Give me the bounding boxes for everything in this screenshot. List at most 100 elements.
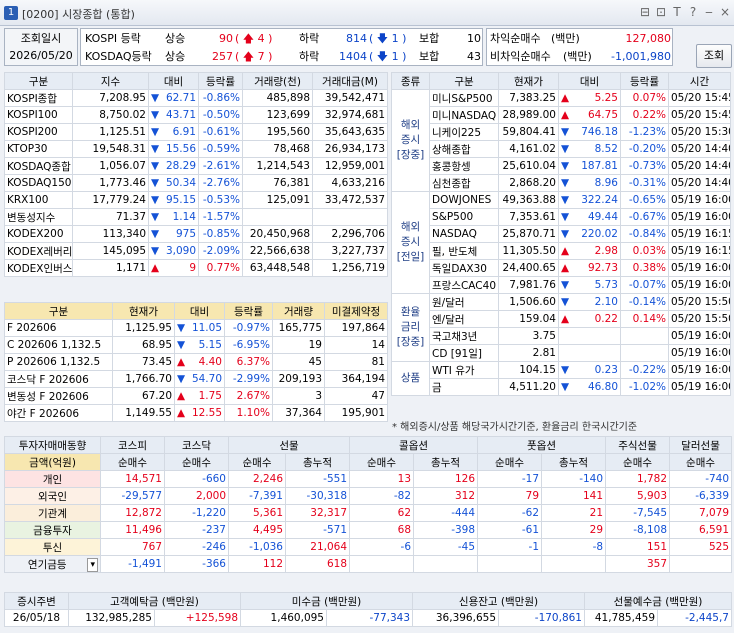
- change-rate: 0.77%: [198, 259, 243, 277]
- table-row[interactable]: 미니NASDAQ 28,989.00 ▲ 64.75 0.22% 05/20 15:45: [392, 106, 731, 124]
- table-row[interactable]: 금융투자 11,496 -237 4,495 -571 68 -398 -61 29 -8,108…: [4, 521, 733, 539]
- dropdown-arrow-icon[interactable]: ▾: [87, 557, 98, 572]
- table-row[interactable]: KRX100 17,779.24 ▼ 95.15 -0.53% 125,091 33,472…: [4, 191, 388, 209]
- table-row[interactable]: 프랑스CAC40 7,981.76 ▼ 5.73 -0.07% 05/19 16:00: [392, 276, 731, 294]
- table-row[interactable]: KOSPI100 8,750.02 ▼ 43.71 -0.50% 123,699 32,97…: [4, 106, 388, 124]
- table-row[interactable]: KOSPI200 1,125.51 ▼ 6.91 -0.61% 195,560 35,643…: [4, 123, 388, 141]
- table-row[interactable]: 상품 WTI 유가 104.15 ▼ 0.23 -0.22% 05/19 16:00: [391, 361, 731, 396]
- table-row[interactable]: 필, 반도체 11,305.50 ▲ 2.98 0.03% 05/19 16:15: [392, 242, 731, 260]
- table-row[interactable]: 환율 금리 [장중] 원/달러 1,506.60 ▼ 2.10 -0.14% 05/20 1…: [391, 293, 731, 362]
- col-header: 콜옵션: [349, 436, 479, 454]
- change-value: 11.05: [191, 322, 222, 334]
- net-buy-value: -82: [349, 487, 415, 505]
- change-value: 5.73: [594, 279, 618, 291]
- table-row[interactable]: 변동성지수 71.37 ▼ 1.14 -1.57%: [4, 208, 388, 226]
- col-header[interactable]: 거래량: [272, 302, 325, 320]
- col-header[interactable]: 미결제약정: [324, 302, 388, 320]
- table-row[interactable]: 심천종합 2,868.20 ▼ 8.96 -0.31% 05/20 14:40: [392, 174, 731, 192]
- col-header[interactable]: 구분: [4, 302, 113, 320]
- col-header[interactable]: 대비: [148, 72, 199, 90]
- trade-value: 12,959,001: [312, 157, 388, 175]
- net-buy-value: -551: [284, 470, 351, 488]
- sub-header: 총누적: [413, 453, 479, 471]
- down-triangle-icon: ▼: [177, 373, 186, 385]
- popout-icon[interactable]: ⊡: [654, 5, 668, 19]
- index-name: KOSPI종합: [4, 89, 73, 107]
- current-price: 25,610.04: [498, 157, 559, 175]
- change-rate: 2.67%: [224, 387, 273, 405]
- table-row[interactable]: 해외 증시 [전일] DOWJONES 49,363.88 ▼ 322.24 -0.65%…: [391, 191, 731, 294]
- table-row[interactable]: C 202606 1,132.5 68.95 ▼ 5.15 -6.95% 19 14: [4, 336, 388, 354]
- help-icon[interactable]: ?: [686, 5, 700, 19]
- table-row[interactable]: KODEX레버리지145,095▼ 3,090-2.09%22,566,6383,…: [4, 242, 388, 260]
- down-triangle-icon: ▼: [561, 279, 570, 291]
- table-row[interactable]: 코스닥 F 202606 1,766.70 ▼ 54.70 -2.99% 209,193 3…: [4, 370, 388, 388]
- col-header[interactable]: 지수: [72, 72, 149, 90]
- col-header[interactable]: 구분: [429, 72, 499, 90]
- up-arrow-icon: 🡅: [242, 50, 255, 63]
- table-row[interactable]: 홍콩항셍 25,610.04 ▼ 187.81 -0.73% 05/20 14:40: [392, 157, 731, 175]
- table-row[interactable]: 국고채3년 3.75 05/19 16:00: [392, 327, 731, 345]
- kosdaq-up-limit-value: 7: [257, 50, 265, 63]
- table-row[interactable]: 기관계 12,872 -1,220 5,361 32,317 62 -444 -62 21 -7,…: [4, 504, 733, 522]
- contract-name: P 202606 1,132.5: [4, 353, 113, 371]
- table-row[interactable]: 변동성 F 202606 67.20 ▲ 1.75 2.67% 3 47: [4, 387, 388, 405]
- kospi-ad-label: KOSPI 등락: [85, 32, 141, 45]
- col-header[interactable]: 등락률: [198, 72, 243, 90]
- contract-name: 코스닥 F 202606: [4, 370, 113, 388]
- minimize-icon[interactable]: ‒: [702, 5, 716, 19]
- volume: 22,566,638: [242, 242, 313, 260]
- table-row[interactable]: KOSDAQ150 1,773.46 ▼ 50.34 -2.76% 76,381 4,633…: [4, 174, 388, 192]
- col-header[interactable]: 현재가: [112, 302, 175, 320]
- table-row[interactable]: S&P500 7,353.61 ▼ 49.44 -0.67% 05/19 16:00: [392, 208, 731, 226]
- change-rate: 0.14%: [620, 310, 669, 328]
- table-row[interactable]: 개인 14,571 -660 2,246 -551 13 126 -17 -140 1,782 -7…: [4, 470, 733, 488]
- table-row[interactable]: 해외 증시 [장중] 미니S&P500 7,383.25 ▲ 5.25 0.07% 05/2…: [391, 89, 731, 192]
- col-header[interactable]: 현재가: [498, 72, 559, 90]
- market-name: DOWJONES: [429, 191, 499, 209]
- col-header[interactable]: 대비: [174, 302, 225, 320]
- table-row[interactable]: 니케이225 59,804.41 ▼ 746.18 -1.23% 05/20 15:30: [392, 123, 731, 141]
- col-header[interactable]: 거래대금(M): [312, 72, 388, 90]
- table-row[interactable]: P 202606 1,132.5 73.45 ▲ 4.40 6.37% 45 81: [4, 353, 388, 371]
- layout-icon[interactable]: ⊟: [638, 5, 652, 19]
- col-header[interactable]: 등락률: [620, 72, 669, 90]
- net-buy-value: -6,339: [669, 487, 733, 505]
- change-cell: ▼ 62.71: [148, 89, 199, 107]
- change-cell: ▼ 11.05: [174, 319, 225, 337]
- table-row[interactable]: F 202606 1,125.95 ▼ 11.05 -0.97% 165,775 197,8…: [4, 319, 388, 337]
- table-row[interactable]: KOSPI종합 7,208.95 ▼ 62.71 -0.86% 485,898 39,542…: [4, 89, 388, 107]
- window-title: [0200] 시장종합 (통합): [22, 8, 135, 21]
- table-row[interactable]: 상해종합 4,161.02 ▼ 8.52 -0.20% 05/20 14:40: [392, 140, 731, 158]
- table-row[interactable]: NASDAQ 25,870.71 ▼ 220.02 -0.84% 05/19 16:15: [392, 225, 731, 243]
- table-row[interactable]: 엔/달러 159.04 ▲ 0.22 0.14% 05/20 15:50: [392, 310, 731, 328]
- query-button[interactable]: 조회: [696, 44, 732, 68]
- table-row[interactable]: 금 4,511.20 ▼ 46.80 -1.02% 05/19 16:00: [392, 378, 731, 396]
- net-buy-value: -398: [413, 521, 479, 539]
- change-rate: -0.73%: [620, 157, 669, 175]
- table-row[interactable]: 외국인 -29,577 2,000 -7,391 -30,318 -82 312 79 141 5…: [4, 487, 733, 505]
- table-row[interactable]: KTOP30 19,548.31 ▼ 15.56 -0.59% 78,468 26,934,…: [4, 140, 388, 158]
- table-row[interactable]: 야간 F 202606 1,149.55 ▲ 12.55 1.10% 37,364 195,…: [4, 404, 388, 422]
- col-header[interactable]: 거래량(천): [242, 72, 313, 90]
- index-name: KODEX레버리지: [4, 242, 73, 260]
- non-arbitrage-unit: (백만): [563, 50, 592, 63]
- table-row[interactable]: 투신 767 -246 -1,036 21,064 -6 -45 -1 -8 151 525: [4, 538, 733, 556]
- time: 05/20 15:30: [668, 123, 731, 141]
- font-icon[interactable]: T: [670, 5, 684, 19]
- change-cell: ▲ 0.22: [558, 310, 621, 328]
- table-row[interactable]: KOSDAQ종합 1,056.07 ▼ 28.29 -2.61% 1,214,543 12,…: [4, 157, 388, 175]
- table-row[interactable]: KODEX인버스 1,171 ▲ 9 0.77% 63,448,548 1,256,719: [4, 259, 388, 277]
- col-header[interactable]: 종류: [391, 72, 430, 90]
- col-header[interactable]: 등락률: [224, 302, 273, 320]
- table-row[interactable]: 독일DAX30 24,400.65 ▲ 92.73 0.38% 05/19 16:00: [392, 259, 731, 277]
- change-cell: ▼ 5.73: [558, 276, 621, 294]
- table-row[interactable]: 연기금등 ▾ -1,491 -366 112 618 357: [4, 555, 733, 573]
- table-row[interactable]: CD [91일] 2.81 05/19 16:00: [392, 344, 731, 362]
- col-header[interactable]: 시간: [668, 72, 731, 90]
- close-icon[interactable]: ×: [718, 5, 732, 19]
- net-buy-value: 618: [284, 555, 351, 573]
- col-header[interactable]: 구분: [4, 72, 73, 90]
- table-row[interactable]: KODEX200 113,340 ▼ 975 -0.85% 20,450,968 2,296…: [4, 225, 388, 243]
- col-header[interactable]: 대비: [558, 72, 621, 90]
